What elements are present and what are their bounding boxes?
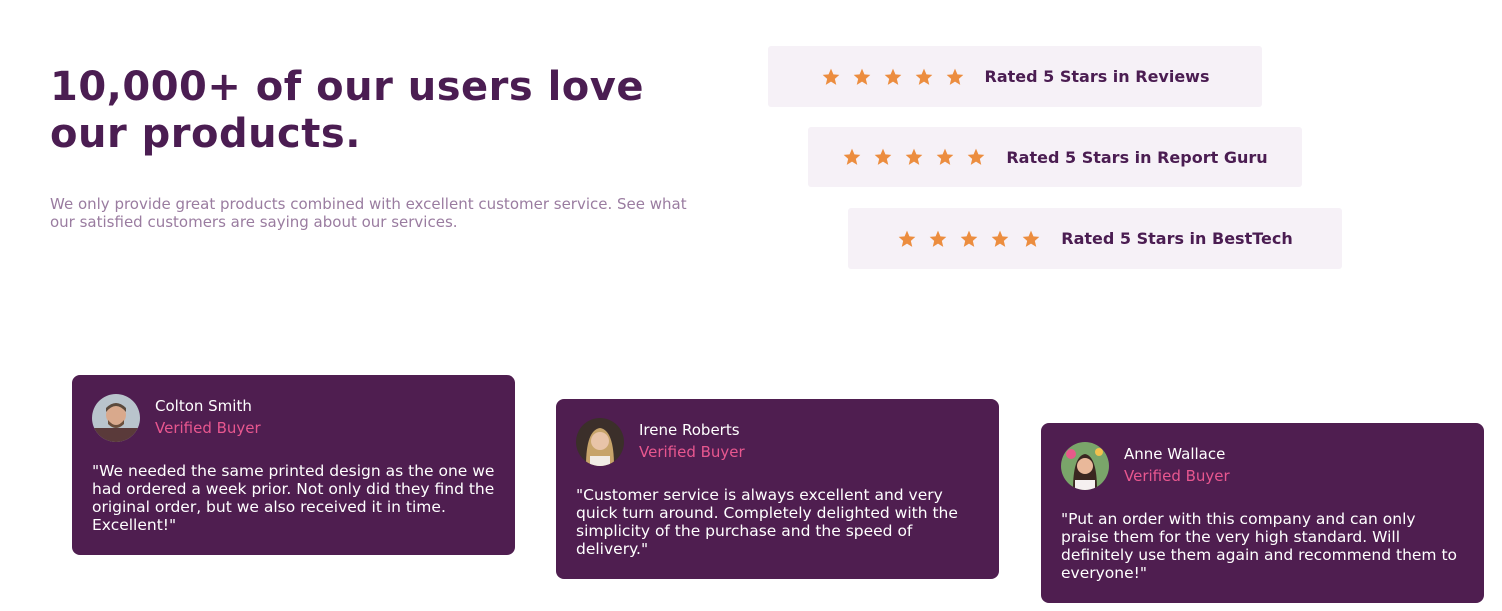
- testimonial-quote: "We needed the same printed design as th…: [92, 462, 495, 534]
- star-icon: [1021, 229, 1041, 249]
- avatar: [1061, 442, 1109, 490]
- star-icon: [873, 147, 893, 167]
- intro-text: We only provide great products combined …: [50, 195, 687, 231]
- star-icon: [883, 67, 903, 87]
- testimonial-quote: "Customer service is always excellent an…: [576, 486, 958, 558]
- star-icon: [945, 67, 965, 87]
- star-icon: [928, 229, 948, 249]
- avatar: [576, 418, 624, 466]
- verified-badge: Verified Buyer: [639, 443, 745, 461]
- testimonial-card: Irene Roberts Verified Buyer "Customer s…: [556, 399, 999, 579]
- star-rating: [821, 67, 965, 87]
- star-icon: [966, 147, 986, 167]
- star-icon: [914, 67, 934, 87]
- testimonial-quote: "Put an order with this company and can …: [1061, 510, 1458, 582]
- star-icon: [935, 147, 955, 167]
- testimonial-card: Anne Wallace Verified Buyer "Put an orde…: [1041, 423, 1484, 603]
- rating-label: Rated 5 Stars in Report Guru: [1006, 147, 1268, 167]
- verified-badge: Verified Buyer: [1124, 467, 1230, 485]
- testimonials-section: 10,000+ of our users love our products. …: [0, 0, 1502, 611]
- rating-label: Rated 5 Stars in BestTech: [1061, 229, 1293, 248]
- star-rating: [842, 147, 986, 167]
- star-rating: [897, 229, 1041, 249]
- star-icon: [959, 229, 979, 249]
- page-title: 10,000+ of our users love our products.: [50, 64, 644, 157]
- star-icon: [842, 147, 862, 167]
- star-icon: [990, 229, 1010, 249]
- reviewer-name: Irene Roberts: [639, 421, 740, 439]
- rating-label: Rated 5 Stars in Reviews: [984, 67, 1210, 86]
- star-icon: [821, 67, 841, 87]
- testimonial-card: Colton Smith Verified Buyer "We needed t…: [72, 375, 515, 555]
- reviewer-name: Anne Wallace: [1124, 445, 1226, 463]
- reviewer-name: Colton Smith: [155, 397, 252, 415]
- rating-badge-reviews: Rated 5 Stars in Reviews: [768, 46, 1262, 107]
- rating-badge-besttech: Rated 5 Stars in BestTech: [848, 208, 1342, 269]
- star-icon: [852, 67, 872, 87]
- star-icon: [904, 147, 924, 167]
- star-icon: [897, 229, 917, 249]
- verified-badge: Verified Buyer: [155, 419, 261, 437]
- rating-badge-report-guru: Rated 5 Stars in Report Guru: [808, 127, 1302, 187]
- avatar: [92, 394, 140, 442]
